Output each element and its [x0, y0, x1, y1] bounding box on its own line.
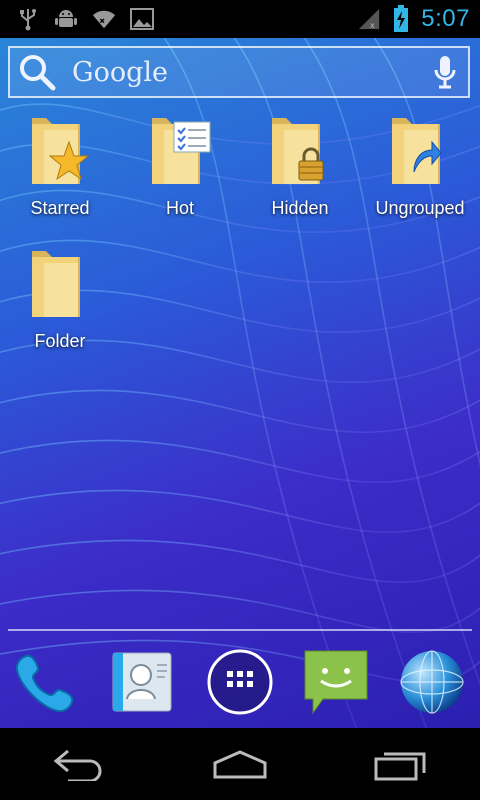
lock-icon: [298, 147, 324, 181]
folder-label: Starred: [30, 198, 90, 218]
folder-icon: [32, 251, 80, 317]
recent-apps-icon[interactable]: [360, 734, 440, 794]
back-icon[interactable]: [40, 734, 120, 794]
usb-icon: [16, 7, 40, 31]
clock: 5:07: [421, 5, 470, 32]
folder-label: Hidden: [271, 198, 329, 218]
wifi-icon: [92, 7, 116, 31]
folder-label: Folder: [34, 331, 86, 351]
status-bar: x 5:07: [0, 0, 480, 38]
folder-ungrouped[interactable]: Ungrouped: [360, 112, 480, 232]
browser-icon[interactable]: [396, 646, 468, 718]
contacts-icon[interactable]: [106, 646, 178, 718]
home-icon[interactable]: [200, 734, 280, 794]
search-label[interactable]: Google: [72, 57, 168, 88]
phone-icon[interactable]: [10, 646, 82, 718]
folder-label: Hot: [165, 198, 194, 218]
folder-starred[interactable]: Starred: [0, 112, 120, 232]
mic-icon[interactable]: [422, 48, 468, 96]
folder-label: Ungrouped: [375, 198, 465, 218]
messaging-icon[interactable]: [300, 646, 372, 718]
star-icon: [48, 140, 90, 181]
image-icon: [130, 7, 154, 31]
folder-hot[interactable]: Hot: [120, 112, 240, 232]
android-debug-icon: [54, 7, 78, 31]
signal-icon: x: [357, 7, 381, 31]
search-icon[interactable]: [10, 48, 64, 96]
list-icon: [173, 121, 211, 153]
dock-divider: [8, 629, 472, 631]
google-search-bar[interactable]: Google: [8, 46, 470, 98]
folder-hidden[interactable]: Hidden: [240, 112, 360, 232]
navigation-bar: [0, 728, 480, 800]
app-drawer-icon[interactable]: [204, 646, 276, 718]
battery-icon: [389, 5, 413, 32]
folder-folder[interactable]: Folder: [0, 245, 120, 365]
svg-text:x: x: [370, 20, 375, 30]
arrow-icon: [413, 140, 442, 173]
